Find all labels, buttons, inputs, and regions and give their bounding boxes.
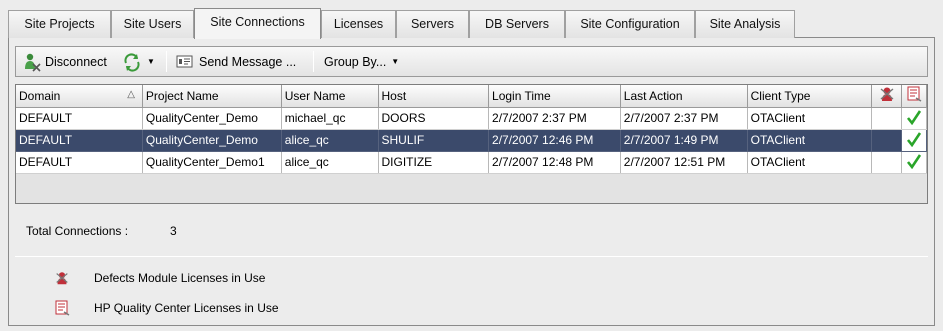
chevron-down-icon: ▼ <box>147 57 155 66</box>
cell-domain: DEFAULT <box>16 129 143 152</box>
send-message-label: Send Message ... <box>199 54 297 69</box>
message-icon <box>176 55 193 67</box>
table-row-selected[interactable]: DEFAULT QualityCenter_Demo alice_qc SHUL… <box>16 129 927 152</box>
tab-servers[interactable]: Servers <box>396 10 469 38</box>
cell-host: SHULIF <box>378 129 490 152</box>
cell-last-action: 2/7/2007 1:49 PM <box>620 129 748 152</box>
column-header-project-name[interactable]: Project Name <box>142 85 282 108</box>
column-header-user-name[interactable]: User Name <box>281 85 379 108</box>
cell-defects-license <box>871 107 902 130</box>
cell-qc-license <box>901 151 927 174</box>
group-by-button[interactable]: Group By... ▼ <box>324 47 399 76</box>
checkmark-icon <box>906 109 922 125</box>
cell-defects-license <box>871 151 902 174</box>
defects-license-icon <box>880 87 893 102</box>
cell-domain: DEFAULT <box>16 151 143 174</box>
cell-user: michael_qc <box>281 107 379 130</box>
divider <box>15 256 928 257</box>
cell-user: alice_qc <box>281 129 379 152</box>
cell-login-time: 2/7/2007 12:48 PM <box>488 151 621 174</box>
cell-qc-license <box>901 129 927 152</box>
grid-header-row: Domain △ Project Name User Name Host Logi… <box>16 85 927 108</box>
cell-client-type: OTAClient <box>747 151 873 174</box>
column-header-client-type[interactable]: Client Type <box>747 85 873 108</box>
cell-user: alice_qc <box>281 151 379 174</box>
tab-site-configuration[interactable]: Site Configuration <box>565 10 695 38</box>
tab-licenses[interactable]: Licenses <box>321 10 396 38</box>
cell-project: QualityCenter_Demo1 <box>142 151 282 174</box>
column-header-domain[interactable]: Domain △ <box>16 85 143 108</box>
sort-ascending-icon: △ <box>127 88 135 100</box>
cell-last-action: 2/7/2007 12:51 PM <box>620 151 748 174</box>
legend-qc-label: HP Quality Center Licenses in Use <box>94 301 279 315</box>
total-connections-label: Total Connections : <box>26 224 129 238</box>
tab-bar: Site Projects Site Users Site Connection… <box>8 8 935 39</box>
cell-domain: DEFAULT <box>16 107 143 130</box>
tab-site-analysis[interactable]: Site Analysis <box>695 10 795 38</box>
tab-site-users[interactable]: Site Users <box>111 10 194 38</box>
column-header-host[interactable]: Host <box>378 85 490 108</box>
cell-client-type: OTAClient <box>747 129 873 152</box>
checkmark-icon <box>906 131 922 147</box>
cell-defects-license <box>871 129 902 152</box>
total-connections-value: 3 <box>170 224 177 238</box>
tab-db-servers[interactable]: DB Servers <box>469 10 565 38</box>
disconnect-button[interactable]: Disconnect <box>22 47 107 76</box>
cell-project: QualityCenter_Demo <box>142 107 282 130</box>
legend-qc-license: HP Quality Center Licenses in Use <box>54 300 279 316</box>
tab-site-projects[interactable]: Site Projects <box>8 10 111 38</box>
disconnect-icon <box>25 53 41 72</box>
cell-qc-license <box>901 107 927 130</box>
send-message-button[interactable]: Send Message ... <box>176 47 296 76</box>
refresh-button[interactable]: ▼ <box>122 47 155 76</box>
cell-login-time: 2/7/2007 2:37 PM <box>488 107 621 130</box>
cell-login-time: 2/7/2007 12:46 PM <box>488 129 621 152</box>
qc-license-icon <box>907 86 922 102</box>
column-header-defects-license[interactable] <box>871 85 902 108</box>
column-label: Domain <box>19 88 61 103</box>
table-row[interactable]: DEFAULT QualityCenter_Demo1 alice_qc DIG… <box>16 151 927 174</box>
connections-grid: Domain △ Project Name User Name Host Logi… <box>15 84 928 204</box>
column-header-qc-license[interactable] <box>901 85 927 108</box>
defects-license-icon <box>56 272 68 285</box>
cell-host: DOORS <box>378 107 490 130</box>
qc-license-icon <box>55 300 70 316</box>
site-connections-panel: Disconnect ▼ Send Message ... Group By..… <box>8 38 935 326</box>
group-by-label: Group By... <box>324 54 387 69</box>
legend-defects-license: Defects Module Licenses in Use <box>54 270 265 286</box>
total-connections: Total Connections : 3 <box>26 224 177 238</box>
table-row[interactable]: DEFAULT QualityCenter_Demo michael_qc DO… <box>16 107 927 130</box>
cell-last-action: 2/7/2007 2:37 PM <box>620 107 748 130</box>
toolbar-separator <box>313 51 314 72</box>
toolbar: Disconnect ▼ Send Message ... Group By..… <box>15 46 928 77</box>
disconnect-label: Disconnect <box>45 54 107 69</box>
tab-site-connections[interactable]: Site Connections <box>194 8 321 39</box>
column-header-login-time[interactable]: Login Time <box>488 85 621 108</box>
legend-defects-label: Defects Module Licenses in Use <box>94 271 266 285</box>
column-header-last-action[interactable]: Last Action <box>620 85 748 108</box>
refresh-icon <box>124 52 140 72</box>
cell-client-type: OTAClient <box>747 107 873 130</box>
cell-project: QualityCenter_Demo <box>142 129 282 152</box>
checkmark-icon <box>906 153 922 169</box>
cell-host: DIGITIZE <box>378 151 490 174</box>
chevron-down-icon: ▼ <box>391 57 400 66</box>
toolbar-separator <box>166 51 167 72</box>
